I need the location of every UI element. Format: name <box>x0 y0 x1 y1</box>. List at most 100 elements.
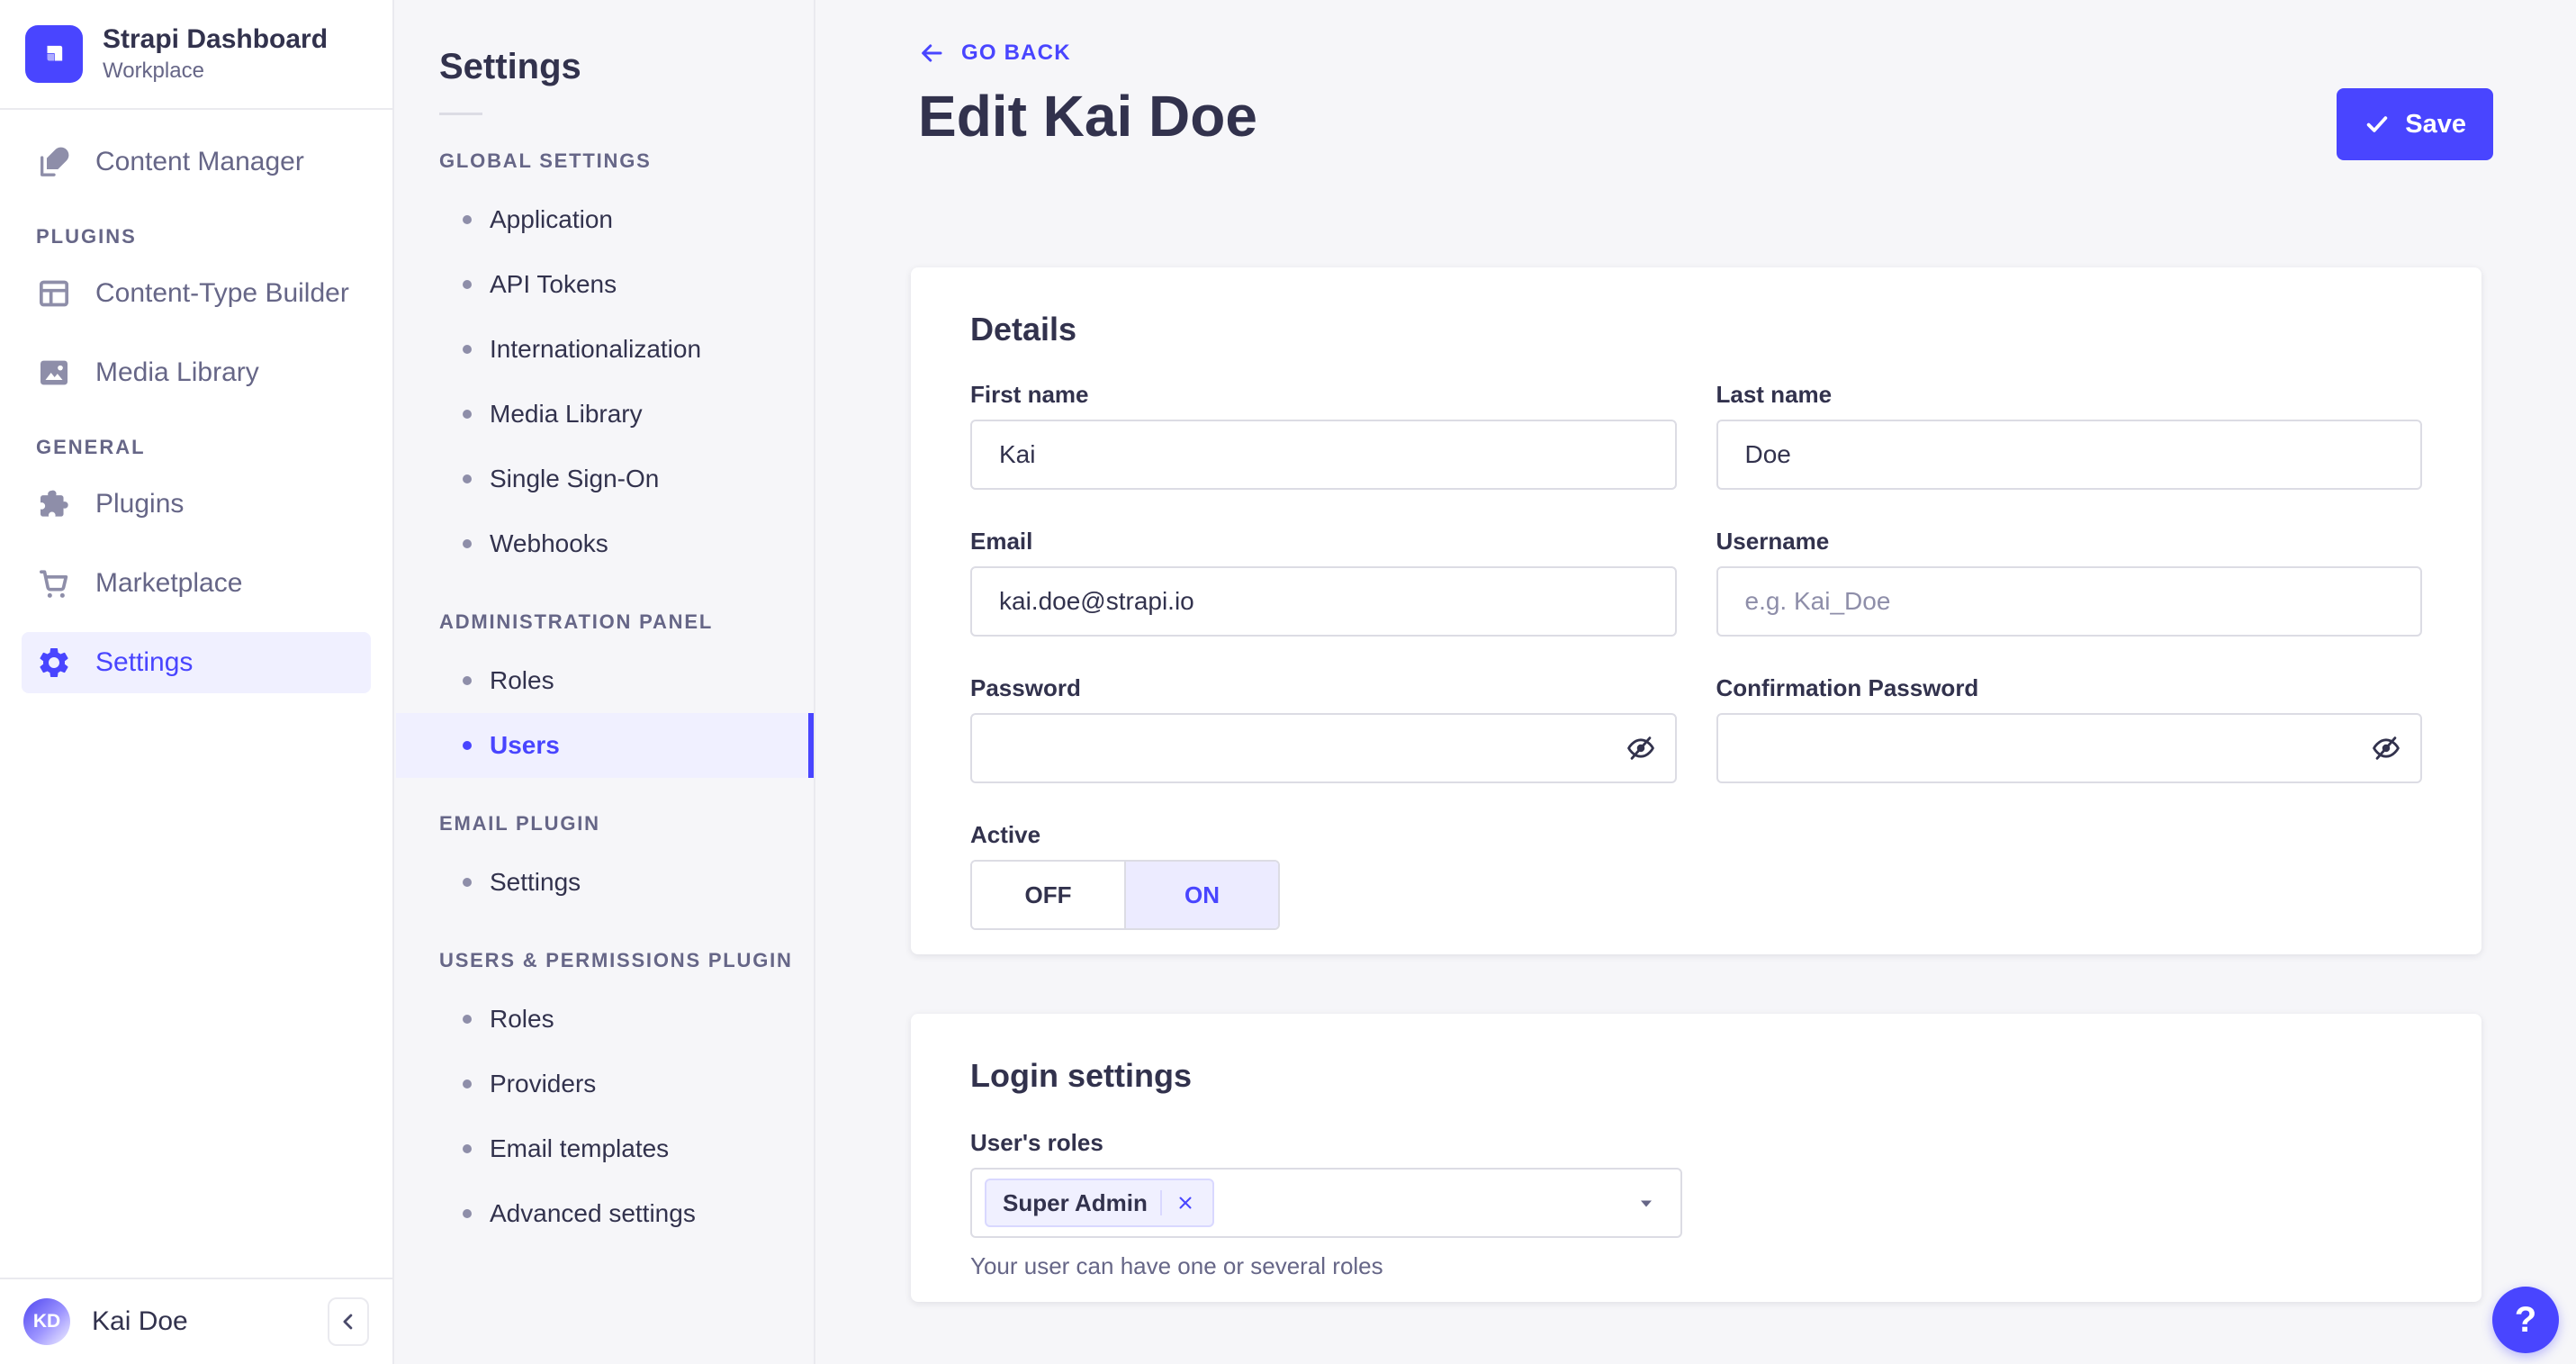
go-back-link[interactable]: GO BACK <box>918 40 1071 67</box>
roles-helper-text: Your user can have one or several roles <box>970 1252 1383 1279</box>
password-input[interactable] <box>970 713 1677 783</box>
sidebar-item-plugins[interactable]: Plugins <box>22 474 371 535</box>
sidebar-footer: KD Kai Doe <box>0 1278 392 1364</box>
subnav-item-media-library[interactable]: Media Library <box>396 382 814 447</box>
active-toggle[interactable]: OFF ON <box>970 860 1280 930</box>
sidebar-item-settings[interactable]: Settings <box>22 632 371 693</box>
last-name-label: Last name <box>1716 381 1833 408</box>
eye-off-icon <box>1626 733 1656 763</box>
active-label: Active <box>970 821 1041 848</box>
login-settings-title: Login settings <box>970 1057 1192 1094</box>
sidebar-item-label: Media Library <box>95 357 259 387</box>
subnav-item-application[interactable]: Application <box>396 187 814 252</box>
subnav-item-email-settings[interactable]: Settings <box>396 850 814 915</box>
sidebar-item-content-type-builder[interactable]: Content-Type Builder <box>22 263 371 324</box>
eye-off-icon <box>2371 733 2401 763</box>
page-title: Edit Kai Doe <box>918 84 1257 149</box>
first-name-field-group: First name <box>970 381 1677 490</box>
confirmation-password-visibility-toggle[interactable] <box>2363 725 2409 772</box>
subnav-section-email-plugin: EMAIL PLUGIN Settings <box>396 812 814 915</box>
details-card-title: Details <box>970 311 1077 348</box>
sidebar-section-plugins: PLUGINS <box>36 225 137 248</box>
email-field-group: Email <box>970 528 1677 637</box>
sidebar-item-label: Content-Type Builder <box>95 278 349 308</box>
subnav-title: Settings <box>439 47 581 86</box>
save-button[interactable]: Save <box>2337 88 2493 160</box>
confirmation-password-label: Confirmation Password <box>1716 674 1979 701</box>
app-sidebar: Strapi Dashboard Workplace Content Manag… <box>0 0 394 1364</box>
sidebar-item-marketplace[interactable]: Marketplace <box>22 553 371 614</box>
subnav-section-header: GLOBAL SETTINGS <box>439 149 652 172</box>
workspace-name: Workplace <box>103 59 204 83</box>
subnav-section-header: EMAIL PLUGIN <box>439 812 600 835</box>
subnav-item-api-tokens[interactable]: API Tokens <box>396 252 814 317</box>
save-label: Save <box>2405 109 2466 139</box>
last-name-field-group: Last name <box>1716 381 2422 490</box>
sidebar-item-label: Content Manager <box>95 147 304 176</box>
user-avatar: KD <box>23 1298 70 1345</box>
collapse-sidebar-button[interactable] <box>328 1297 369 1346</box>
password-visibility-toggle[interactable] <box>1617 725 1664 772</box>
workspace-info: Strapi Dashboard Workplace <box>103 23 328 85</box>
layout-grid-icon <box>36 276 72 312</box>
sidebar-section-general: GENERAL <box>36 436 146 458</box>
subnav-item-roles-up[interactable]: Roles <box>396 987 814 1052</box>
gear-icon <box>36 645 72 681</box>
subnav-title-rule <box>439 113 482 115</box>
email-input[interactable] <box>970 566 1677 637</box>
close-icon <box>1175 1192 1196 1214</box>
active-field-group: Active OFF ON <box>970 821 1677 930</box>
username-field-group: Username <box>1716 528 2422 637</box>
sidebar-item-label: Marketplace <box>95 568 243 598</box>
sidebar-item-label: Plugins <box>95 489 185 519</box>
chevron-left-icon <box>336 1309 361 1334</box>
feather-pen-icon <box>36 144 72 180</box>
sidebar-item-label: Settings <box>95 647 194 677</box>
details-card: Details First name Last name Email Usern… <box>911 267 2481 954</box>
sidebar-item-media-library[interactable]: Media Library <box>22 342 371 403</box>
puzzle-icon <box>36 486 72 522</box>
sidebar-item-content-manager[interactable]: Content Manager <box>22 131 371 193</box>
active-toggle-off[interactable]: OFF <box>972 862 1124 928</box>
chip-separator <box>1159 1190 1162 1215</box>
subnav-item-providers[interactable]: Providers <box>396 1052 814 1116</box>
password-field-group: Password <box>970 674 1677 783</box>
app-title: Strapi Dashboard <box>103 24 329 54</box>
subnav-section-users-permissions-plugin: USERS & PERMISSIONS PLUGIN Roles Provide… <box>396 949 814 1246</box>
confirmation-password-field-group: Confirmation Password <box>1716 674 2422 783</box>
first-name-input[interactable] <box>970 420 1677 490</box>
subnav-section-header: USERS & PERMISSIONS PLUGIN <box>439 949 793 971</box>
user-roles-label: User's roles <box>970 1129 1103 1156</box>
confirmation-password-input[interactable] <box>1716 713 2422 783</box>
shopping-cart-icon <box>36 565 72 601</box>
subnav-item-users[interactable]: Users <box>396 713 814 778</box>
help-button[interactable]: ? <box>2492 1287 2559 1353</box>
subnav-item-single-sign-on[interactable]: Single Sign-On <box>396 447 814 511</box>
password-label: Password <box>970 674 1081 701</box>
email-label: Email <box>970 528 1033 555</box>
subnav-item-internationalization[interactable]: Internationalization <box>396 317 814 382</box>
subnav-section-global-settings: GLOBAL SETTINGS Application API Tokens I… <box>396 149 814 576</box>
go-back-label: GO BACK <box>961 41 1071 65</box>
username-label: Username <box>1716 528 1830 555</box>
remove-role-button[interactable] <box>1175 1192 1196 1214</box>
details-fields-grid: First name Last name Email Username Pass… <box>970 381 2422 930</box>
subnav-item-roles-admin[interactable]: Roles <box>396 648 814 713</box>
subnav-item-advanced-settings[interactable]: Advanced settings <box>396 1181 814 1246</box>
last-name-input[interactable] <box>1716 420 2422 490</box>
user-roles-select[interactable]: Super Admin <box>970 1168 1682 1238</box>
check-icon <box>2364 111 2391 138</box>
active-toggle-on[interactable]: ON <box>1124 862 1278 928</box>
role-chip: Super Admin <box>985 1179 1214 1227</box>
username-input[interactable] <box>1716 566 2422 637</box>
user-name: Kai Doe <box>92 1306 188 1336</box>
first-name-label: First name <box>970 381 1089 408</box>
workspace-switcher[interactable]: Strapi Dashboard Workplace <box>0 0 392 108</box>
subnav-item-email-templates[interactable]: Email templates <box>396 1116 814 1181</box>
strapi-logo-icon <box>25 25 83 83</box>
app-navigation: Content Manager PLUGINS Content-Type Bui… <box>0 110 392 693</box>
role-chip-label: Super Admin <box>1003 1188 1148 1216</box>
subnav-section-header: ADMINISTRATION PANEL <box>439 610 714 633</box>
subnav-item-webhooks[interactable]: Webhooks <box>396 511 814 576</box>
login-settings-card: Login settings User's roles Super Admin <box>911 1014 2481 1302</box>
